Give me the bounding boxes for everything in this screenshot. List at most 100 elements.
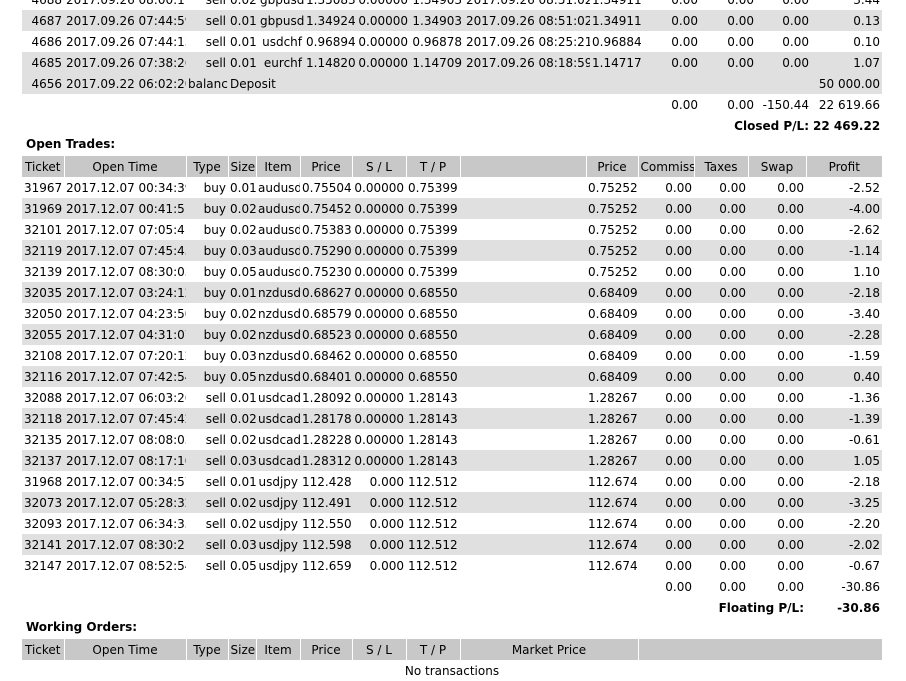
item-cell: nzdusd xyxy=(258,306,300,321)
swap-cell: 0.00 xyxy=(777,516,804,531)
open-trade-row[interactable]: 32101 2017.12.07 07:05:41 buy 0.02 audusd 0.7… xyxy=(22,219,882,240)
blank-cell xyxy=(460,366,586,387)
price-cell: 0.75290 xyxy=(300,240,352,261)
type-cell: buy xyxy=(186,324,228,345)
open-trade-row[interactable]: 31969 2017.12.07 00:41:51 buy 0.02 audusd 0.7… xyxy=(22,198,882,219)
header-price[interactable]: Price xyxy=(300,156,353,177)
open-trade-row[interactable]: 32135 2017.12.07 08:08:03 sell 0.02 usdcad 1.… xyxy=(22,429,882,450)
current-price-cell: 112.674 xyxy=(588,516,638,531)
profit-cell: 3.44 xyxy=(811,0,882,10)
item-cell: nzdusd xyxy=(256,282,300,303)
header-profit[interactable]: Profit xyxy=(806,156,882,177)
open-trade-row[interactable]: 32141 2017.12.07 08:30:21 sell 0.03 usdjpy 11… xyxy=(22,534,882,555)
open-trade-row[interactable]: 32050 2017.12.07 04:23:50 buy 0.02 nzdusd 0.6… xyxy=(22,303,882,324)
wo-header-tp[interactable]: T / P xyxy=(406,639,461,660)
wo-header-price[interactable]: Price xyxy=(300,639,353,660)
commission-cell: 0.00 xyxy=(638,324,694,345)
closed-row[interactable]: 4685 2017.09.26 07:38:26 sell 0.01 eurchf 1.1… xyxy=(22,52,882,73)
tp-cell: 112.512 xyxy=(408,516,458,531)
wo-header-open-time[interactable]: Open Time xyxy=(64,639,187,660)
open-trade-row[interactable]: 32118 2017.12.07 07:45:42 sell 0.02 usdcad 1.… xyxy=(22,408,882,429)
blank-cell xyxy=(460,387,586,408)
wo-header-market-price[interactable]: Market Price xyxy=(460,639,639,660)
current-price-cell: 112.674 xyxy=(588,474,638,489)
sl-cell: 0.00000 xyxy=(352,240,406,261)
open-trade-row[interactable]: 32088 2017.12.07 06:03:26 sell 0.01 usdcad 1.… xyxy=(22,387,882,408)
commission-cell: 0.00 xyxy=(638,198,694,219)
price-cell: 1.14820 xyxy=(304,52,356,73)
open-trade-row[interactable]: 32139 2017.12.07 08:30:03 buy 0.05 audusd 0.7… xyxy=(22,261,882,282)
open-trade-row[interactable]: 32147 2017.12.07 08:52:54 sell 0.05 usdjpy 11… xyxy=(22,555,882,576)
open-trades-title: Open Trades: xyxy=(26,137,116,151)
type-cell: sell xyxy=(186,0,228,10)
swap-cell: 0.00 xyxy=(777,264,804,279)
price-cell: 1.35083 xyxy=(304,0,356,10)
type-cell: sell xyxy=(186,450,228,471)
header-size[interactable]: Size xyxy=(228,156,257,177)
taxes-cell: 0.00 xyxy=(700,10,756,31)
item-cell: usdjpy xyxy=(258,558,298,573)
item-cell: usdchf xyxy=(262,34,302,49)
wo-header-size[interactable]: Size xyxy=(228,639,257,660)
size-cell: 0.02 xyxy=(230,222,256,237)
closed-row[interactable]: 4687 2017.09.26 07:44:59 sell 0.01 gbpusd 1.3… xyxy=(22,10,882,31)
swap-cell: 0.00 xyxy=(748,450,806,471)
size-cell: 0.02 xyxy=(228,198,256,219)
header-type[interactable]: Type xyxy=(186,156,229,177)
open-trade-row[interactable]: 32055 2017.12.07 04:31:07 buy 0.02 nzdusd 0.6… xyxy=(22,324,882,345)
wo-header-item[interactable]: Item xyxy=(256,639,301,660)
header-open-time[interactable]: Open Time xyxy=(64,156,187,177)
header-item[interactable]: Item xyxy=(256,156,301,177)
header-sl[interactable]: S / L xyxy=(352,156,407,177)
close-price-cell: 1.34911 xyxy=(590,0,646,10)
open-trade-row[interactable]: 32035 2017.12.07 03:24:12 buy 0.01 nzdusd 0.6… xyxy=(22,282,882,303)
item-cell: usdcad xyxy=(258,390,300,405)
wo-header-ticket[interactable]: Ticket xyxy=(22,639,65,660)
commission-cell: 0.00 xyxy=(646,52,700,73)
commission-cell: 0.00 xyxy=(638,450,694,471)
open-trade-row[interactable]: 32137 2017.12.07 08:17:10 sell 0.03 usdcad 1.… xyxy=(22,450,882,471)
header-swap[interactable]: Swap xyxy=(748,156,807,177)
closed-row[interactable]: 46882017.09.26 08:00:11sell0.02gbpusd1.3… xyxy=(22,0,882,10)
open-trade-row[interactable]: 31968 2017.12.07 00:34:57 sell 0.01 usdjpy 11… xyxy=(22,471,882,492)
open-trade-row[interactable]: 32119 2017.12.07 07:45:45 buy 0.03 audusd 0.7… xyxy=(22,240,882,261)
open-trade-row[interactable]: 32093 2017.12.07 06:34:35 sell 0.02 usdjpy 11… xyxy=(22,513,882,534)
type-cell: sell xyxy=(205,558,226,573)
swap-cell: 0.00 xyxy=(777,306,804,321)
item-cell: nzdusd xyxy=(256,324,300,345)
header-commission[interactable]: Commission xyxy=(638,156,695,177)
open-trade-row[interactable]: 32073 2017.12.07 05:28:32 sell 0.02 usdjpy 11… xyxy=(22,492,882,513)
commission-cell: 0.00 xyxy=(638,366,694,387)
sl-cell: 0.00000 xyxy=(352,408,406,429)
wo-header-type[interactable]: Type xyxy=(186,639,229,660)
open-trade-row[interactable]: 32116 2017.12.07 07:42:54 buy 0.05 nzdusd 0.6… xyxy=(22,366,882,387)
price-cell: 112.550 xyxy=(302,516,352,531)
header-current-price[interactable]: Price xyxy=(586,156,639,177)
close-price-cell: 1.14717 xyxy=(590,52,646,73)
balance-row[interactable]: 46562017.09.22 06:02:20balanceDeposit50 … xyxy=(22,73,882,94)
price-cell: 1.28092 xyxy=(302,390,352,405)
open-trade-row[interactable]: 32108 2017.12.07 07:20:12 buy 0.03 nzdusd 0.6… xyxy=(22,345,882,366)
blank-cell xyxy=(460,513,586,534)
header-tp[interactable]: T / P xyxy=(406,156,461,177)
close-time-cell: 2017.09.26 08:51:02 xyxy=(464,10,590,31)
price-cell: 0.68401 xyxy=(300,366,352,387)
header-ticket[interactable]: Ticket xyxy=(22,156,65,177)
profit-cell: -0.67 xyxy=(848,558,880,573)
tp-cell: 0.68550 xyxy=(408,348,458,363)
tp-cell: 0.96878 xyxy=(412,34,462,49)
closed-row[interactable]: 4686 2017.09.26 07:44:13 sell 0.01 usdchf 0.9… xyxy=(22,31,882,52)
profit-cell: -2.02 xyxy=(806,534,882,555)
wo-header-sl[interactable]: S / L xyxy=(352,639,407,660)
size-cell: 0.05 xyxy=(230,264,256,279)
price-cell: 112.428 xyxy=(302,474,352,489)
closed-totals-row: 0.00 0.00 -150.44 22 619.66 xyxy=(22,94,882,115)
header-taxes[interactable]: Taxes xyxy=(694,156,749,177)
sl-cell: 0.000 xyxy=(352,492,406,513)
profit-cell: 1.07 xyxy=(811,52,882,73)
open-trade-row[interactable]: 31967 2017.12.07 00:34:39 buy 0.01 audusd 0.7… xyxy=(22,177,882,198)
size-cell: 0.02 xyxy=(228,0,258,10)
swap-cell: 0.00 xyxy=(748,282,806,303)
open-time-cell: 2017.12.07 00:34:57 xyxy=(66,474,186,489)
blank-cell xyxy=(460,261,586,282)
